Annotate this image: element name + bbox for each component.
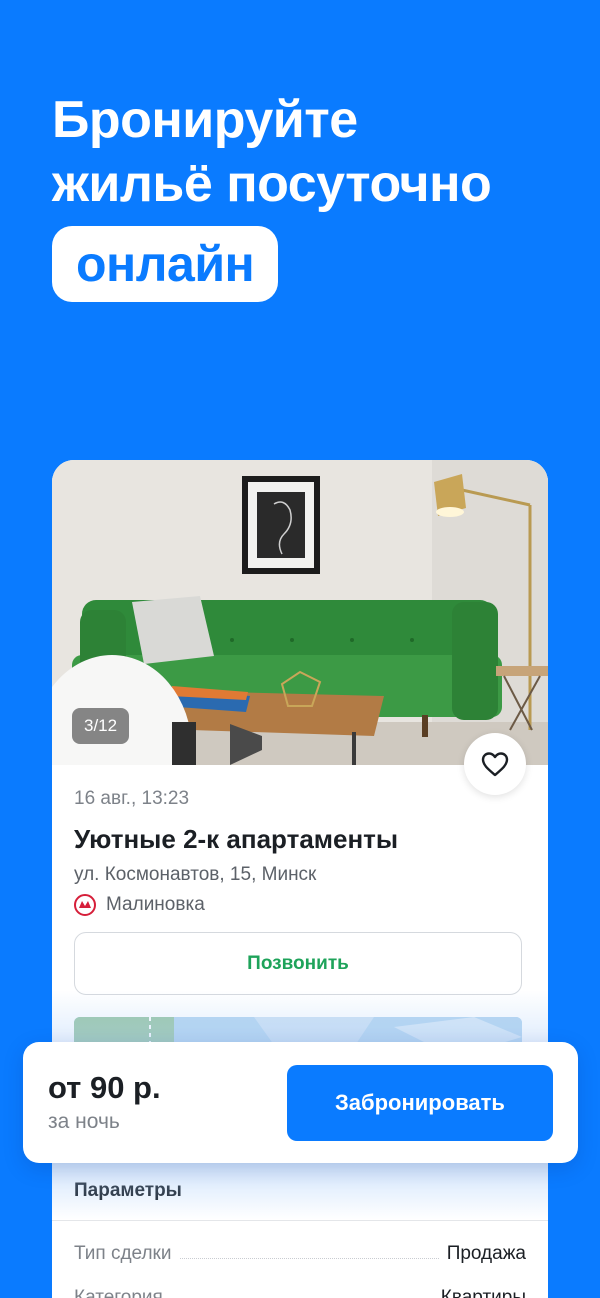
book-button[interactable]: Забронировать <box>287 1065 553 1141</box>
param-leader <box>179 1258 439 1259</box>
params-section: Параметры Тип сделки Продажа Категория К… <box>52 1160 548 1298</box>
listing-date: 16 авг., 13:23 <box>74 788 190 809</box>
listing-title[interactable]: Уютные 2-к апартаменты <box>74 822 526 856</box>
param-value: Квартиры <box>440 1287 526 1298</box>
favorite-button[interactable] <box>464 733 526 795</box>
metro-station: Малиновка <box>74 894 526 916</box>
metro-station-label: Малиновка <box>106 894 205 915</box>
listing-photo[interactable]: 3/12 <box>52 460 548 765</box>
heart-icon <box>481 752 509 777</box>
param-row: Категория Квартиры <box>52 1265 548 1298</box>
hero-heading: Бронируйте жильё посуточно онлайн <box>52 88 592 302</box>
booking-bar: от 90 р. за ночь Забронировать <box>23 1042 578 1163</box>
photo-counter: 3/12 <box>72 708 130 744</box>
listing-address: ул. Космонавтов, 15, Минск <box>74 864 317 885</box>
param-row: Тип сделки Продажа <box>52 1221 548 1265</box>
hero-line-2: жильё посуточно <box>52 155 492 213</box>
param-label: Тип сделки <box>74 1243 172 1264</box>
price: от 90 р. <box>48 1070 161 1105</box>
call-button[interactable]: Позвонить <box>74 932 522 995</box>
metro-icon <box>74 894 96 916</box>
hero-line-1: Бронируйте <box>52 91 358 149</box>
param-value: Продажа <box>446 1243 526 1264</box>
param-label: Категория <box>74 1287 163 1298</box>
listing-details: 16 авг., 13:23 Уютные 2-к апартаменты ул… <box>52 765 548 1077</box>
hero-highlight-pill: онлайн <box>52 226 279 302</box>
price-period: за ночь <box>48 1110 120 1133</box>
params-title: Параметры <box>74 1180 182 1201</box>
